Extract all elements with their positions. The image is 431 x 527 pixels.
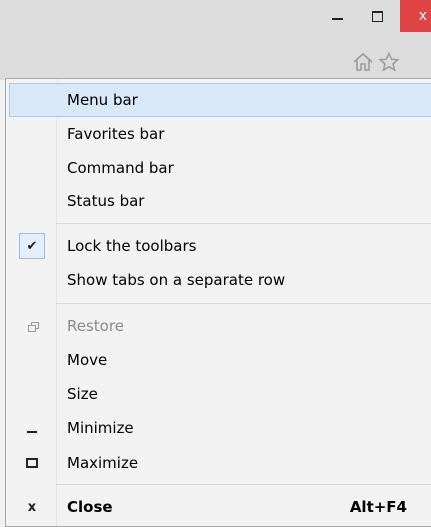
menu-item-label: Close	[67, 498, 113, 516]
menu-item-label: Size	[67, 385, 98, 403]
menu-item-status-bar[interactable]: Status bar	[10, 184, 431, 218]
close-icon: x	[418, 8, 427, 24]
maximize-button[interactable]	[362, 0, 392, 32]
menu-item-size[interactable]: Size	[10, 377, 431, 411]
menu-separator	[56, 484, 431, 485]
menu-item-label: Maximize	[67, 454, 139, 472]
menu-item-label: Move	[67, 351, 108, 369]
menu-item-label: Favorites bar	[67, 125, 165, 143]
menu-item-label: Status bar	[67, 192, 145, 210]
menu-item-move[interactable]: Move	[10, 343, 431, 377]
check-icon: ✔	[19, 233, 45, 259]
restore-icon	[27, 322, 39, 332]
toolbar-icons	[352, 52, 400, 72]
close-icon: x	[27, 499, 37, 515]
menu-item-restore: Restore	[10, 309, 431, 343]
minimize-icon	[27, 431, 37, 433]
menu-separator	[56, 223, 431, 224]
menu-item-label: Menu bar	[67, 91, 138, 109]
menu-separator	[56, 303, 431, 304]
menu-item-menu-bar[interactable]: Menu bar	[9, 83, 431, 117]
menu-item-show-tabs-separate-row[interactable]: Show tabs on a separate row	[10, 263, 431, 297]
home-icon[interactable]	[352, 52, 374, 72]
menu-item-shortcut: Alt+F4	[349, 498, 407, 516]
minimize-button[interactable]	[322, 0, 352, 32]
menu-item-label: Show tabs on a separate row	[67, 271, 286, 289]
menu-item-maximize[interactable]: Maximize	[10, 446, 431, 480]
title-bar: x	[0, 0, 431, 80]
menu-item-minimize[interactable]: Minimize	[10, 411, 431, 445]
context-menu: Menu bar Favorites bar Command bar Statu…	[5, 78, 431, 527]
close-button[interactable]: x	[400, 0, 431, 32]
menu-item-close[interactable]: x Close Alt+F4	[10, 490, 431, 524]
menu-item-label: Minimize	[67, 419, 134, 437]
menu-item-label: Lock the toolbars	[67, 237, 197, 255]
maximize-icon	[26, 458, 38, 468]
maximize-icon	[371, 10, 383, 22]
menu-item-favorites-bar[interactable]: Favorites bar	[10, 117, 431, 151]
menu-item-command-bar[interactable]: Command bar	[10, 151, 431, 185]
menu-item-label: Restore	[67, 317, 124, 335]
star-icon[interactable]	[378, 52, 400, 72]
menu-item-label: Command bar	[67, 159, 174, 177]
minimize-icon	[331, 18, 343, 20]
menu-item-lock-toolbars[interactable]: ✔ Lock the toolbars	[10, 229, 431, 263]
